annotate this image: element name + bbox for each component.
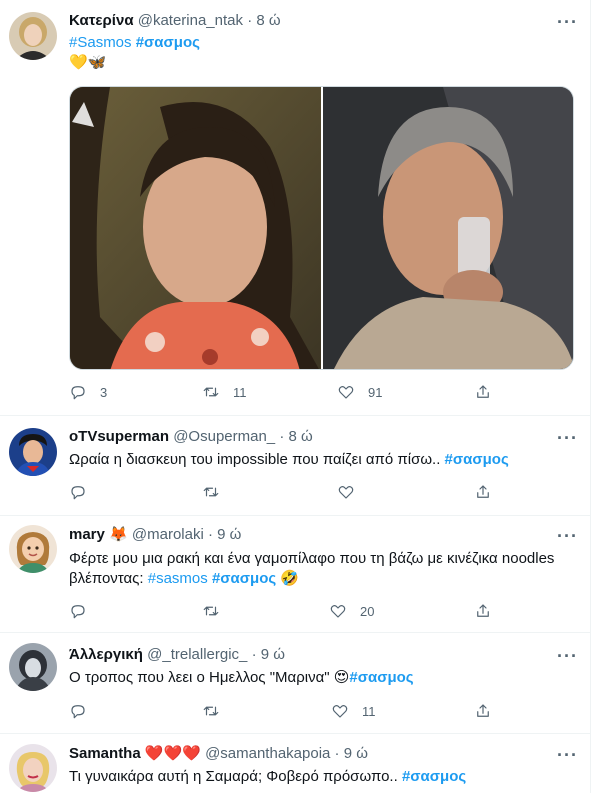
avatar[interactable] — [9, 744, 57, 792]
tweet-text: Τι γυναικάρα αυτή η Σαμαρά; Φοβερό πρόσω… — [69, 767, 579, 787]
retweet-icon — [203, 706, 219, 716]
like-button[interactable]: 91 — [337, 383, 382, 401]
heart-icon — [332, 705, 348, 718]
more-icon[interactable]: ··· — [557, 746, 577, 769]
tweet-text: #Sasmos #σασμος 💛🦋 — [69, 33, 579, 73]
heart-icon — [330, 605, 346, 618]
author-handle[interactable]: @samanthakapoia — [205, 745, 330, 762]
share-button[interactable] — [474, 602, 492, 620]
more-icon[interactable]: ··· — [557, 527, 577, 550]
avatar[interactable] — [9, 525, 57, 573]
heart-icon — [338, 486, 354, 499]
avatar[interactable] — [9, 12, 57, 60]
like-button[interactable] — [337, 483, 368, 501]
tweet[interactable]: Άλλεργική @_trelallergic_ · 9 ώ ··· Ο τρ… — [0, 633, 591, 734]
timestamp[interactable]: 8 ώ — [289, 428, 313, 445]
retweet-button[interactable]: 11 — [202, 383, 247, 401]
avatar[interactable] — [9, 643, 57, 691]
tweet[interactable]: Samantha ❤️❤️❤️ @samanthakapoia · 9 ώ ··… — [0, 734, 591, 793]
share-icon — [477, 704, 489, 717]
timestamp[interactable]: 9 ώ — [344, 745, 368, 762]
author-handle[interactable]: @katerina_ntak — [138, 12, 243, 29]
retweet-count: 11 — [233, 384, 247, 400]
retweet-button[interactable] — [202, 483, 233, 501]
timestamp[interactable]: 8 ώ — [256, 12, 280, 29]
retweet-button[interactable] — [202, 602, 233, 620]
author-handle[interactable]: @_trelallergic_ — [147, 646, 247, 663]
share-button[interactable] — [474, 383, 492, 401]
reply-icon — [71, 486, 85, 500]
reply-button[interactable]: 3 — [69, 383, 107, 401]
hashtag[interactable]: #σασμος — [349, 669, 413, 686]
text-line: Φέρτε μου μια ρακή και ένα γαμοπίλαφο πο… — [69, 550, 555, 567]
like-count: 20 — [360, 603, 375, 619]
reply-count: 3 — [100, 384, 108, 400]
reply-button[interactable] — [69, 483, 100, 501]
author-handle[interactable]: @Osuperman_ — [173, 428, 275, 445]
media-image[interactable] — [70, 87, 321, 369]
hashtag[interactable]: #σασμος — [212, 570, 276, 587]
text-line: 💛🦋 — [69, 53, 579, 73]
retweet-icon — [203, 387, 219, 397]
retweet-icon — [203, 606, 219, 616]
hashtag[interactable]: #σασμος — [136, 34, 200, 51]
more-icon[interactable]: ··· — [557, 429, 577, 452]
hashtag[interactable]: #sasmos — [148, 570, 208, 587]
author-name[interactable]: Άλλεργική — [69, 646, 143, 663]
action-bar — [0, 483, 591, 503]
author-name[interactable]: Samantha ❤️❤️❤️ — [69, 745, 201, 762]
reply-button[interactable] — [69, 602, 100, 620]
share-icon — [477, 485, 489, 498]
tweet[interactable]: mary 🦊 @marolaki · 9 ώ ··· Φέρτε μου μια… — [0, 516, 591, 633]
hashtag[interactable]: #σασμος — [445, 451, 509, 468]
share-icon — [477, 604, 489, 617]
timestamp[interactable]: 9 ώ — [217, 526, 241, 543]
like-count: 91 — [368, 384, 383, 400]
like-count: 11 — [362, 703, 376, 719]
reply-icon — [71, 705, 85, 719]
like-button[interactable]: 20 — [329, 602, 374, 620]
action-bar: 3 11 91 — [0, 383, 591, 403]
share-icon — [477, 385, 489, 398]
tweet[interactable]: oTVsuperman @Osuperman_ · 8 ώ ··· Ωραία … — [0, 416, 591, 516]
share-button[interactable] — [474, 483, 492, 501]
reply-icon — [71, 605, 85, 619]
like-button[interactable]: 11 — [331, 702, 376, 720]
author-name[interactable]: mary 🦊 — [69, 526, 128, 543]
action-bar: 11 — [0, 702, 591, 722]
share-button[interactable] — [474, 702, 492, 720]
media-grid[interactable] — [69, 86, 574, 370]
reply-button[interactable] — [69, 702, 100, 720]
tweet-text: Ωραία η διασκευη του impossible που παίζ… — [69, 450, 579, 470]
hashtag[interactable]: #Sasmos — [69, 34, 132, 51]
text-line: Τι γυναικάρα αυτή η Σαμαρά; Φοβερό πρόσω… — [69, 768, 467, 785]
author-name[interactable]: oTVsuperman — [69, 428, 169, 445]
text-line: Ωραία η διασκευη του impossible που παίζ… — [69, 451, 509, 468]
text-line: #Sasmos #σασμος — [69, 33, 579, 53]
avatar[interactable] — [9, 428, 57, 476]
tweet-text: Ο τροπος που λεει ο Ημελλος "Μαρινα" 😍#σ… — [69, 668, 579, 688]
media-image[interactable] — [323, 87, 573, 369]
retweet-button[interactable] — [202, 702, 233, 720]
emoji-text: 💛🦋 — [69, 54, 107, 71]
more-icon[interactable]: ··· — [557, 647, 577, 670]
tweet-text: Φέρτε μου μια ρακή και ένα γαμοπίλαφο πο… — [69, 549, 579, 589]
heart-icon — [338, 386, 354, 399]
author-handle[interactable]: @marolaki — [132, 526, 204, 543]
action-bar: 20 — [0, 602, 591, 622]
timeline: Κατερίνα @katerina_ntak · 8 ώ ··· #Sasmo… — [0, 0, 591, 793]
text-line: βλέποντας: #sasmos #σασμος 🤣 — [69, 570, 300, 587]
retweet-icon — [203, 487, 219, 497]
hashtag[interactable]: #σασμος — [402, 768, 466, 785]
timestamp[interactable]: 9 ώ — [261, 646, 285, 663]
author-name[interactable]: Κατερίνα — [69, 12, 134, 29]
tweet[interactable]: Κατερίνα @katerina_ntak · 8 ώ ··· #Sasmo… — [0, 0, 591, 416]
reply-icon — [71, 386, 85, 400]
text-line: Ο τροπος που λεει ο Ημελλος "Μαρινα" 😍#σ… — [69, 669, 414, 686]
